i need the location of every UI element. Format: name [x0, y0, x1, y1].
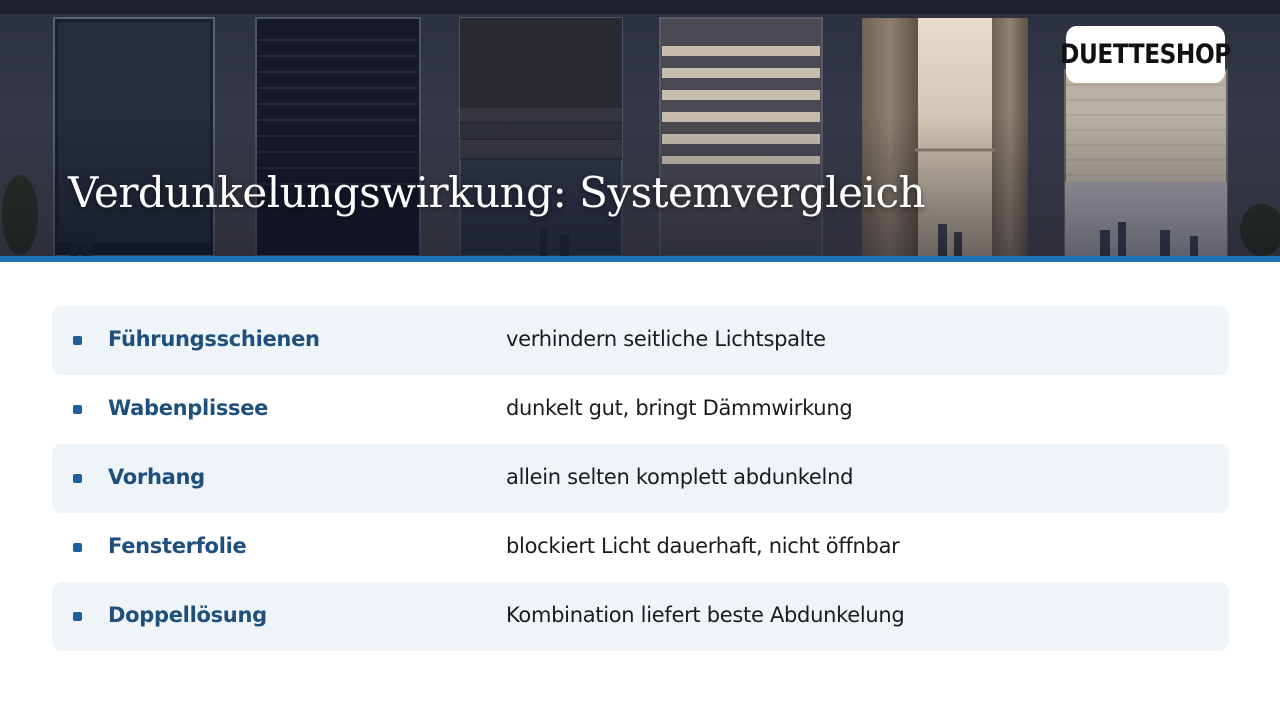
- system-name: Wabenplissee: [108, 396, 269, 420]
- bullet-icon: [73, 543, 82, 552]
- comparison-row: Führungsschienen verhindern seitliche Li…: [52, 306, 1229, 375]
- system-description: Kombination liefert beste Abdunkelung: [506, 603, 905, 627]
- brand-logo[interactable]: DUETTESHOP: [1060, 26, 1231, 83]
- hero-banner: Verdunkelungswirkung: Systemvergleich DU…: [0, 0, 1280, 256]
- bullet-icon: [73, 405, 82, 414]
- system-description: blockiert Licht dauerhaft, nicht öffnbar: [506, 534, 900, 558]
- page-title: Verdunkelungswirkung: Systemvergleich: [68, 168, 926, 217]
- system-name: Doppellösung: [108, 603, 267, 627]
- accent-divider: [0, 256, 1280, 262]
- system-description: dunkelt gut, bringt Dämmwirkung: [506, 396, 853, 420]
- comparison-row: Wabenplissee dunkelt gut, bringt Dämmwir…: [52, 375, 1229, 444]
- system-name: Führungsschienen: [108, 327, 320, 351]
- bullet-icon: [73, 336, 82, 345]
- comparison-row: Doppellösung Kombination liefert beste A…: [52, 582, 1229, 651]
- comparison-row: Vorhang allein selten komplett abdunkeln…: [52, 444, 1229, 513]
- bullet-icon: [73, 612, 82, 621]
- comparison-list: Führungsschienen verhindern seitliche Li…: [52, 306, 1229, 651]
- system-name: Vorhang: [108, 465, 205, 489]
- system-description: verhindern seitliche Lichtspalte: [506, 327, 826, 351]
- comparison-row: Fensterfolie blockiert Licht dauerhaft, …: [52, 513, 1229, 582]
- bullet-icon: [73, 474, 82, 483]
- system-name: Fensterfolie: [108, 534, 247, 558]
- system-description: allein selten komplett abdunkelnd: [506, 465, 854, 489]
